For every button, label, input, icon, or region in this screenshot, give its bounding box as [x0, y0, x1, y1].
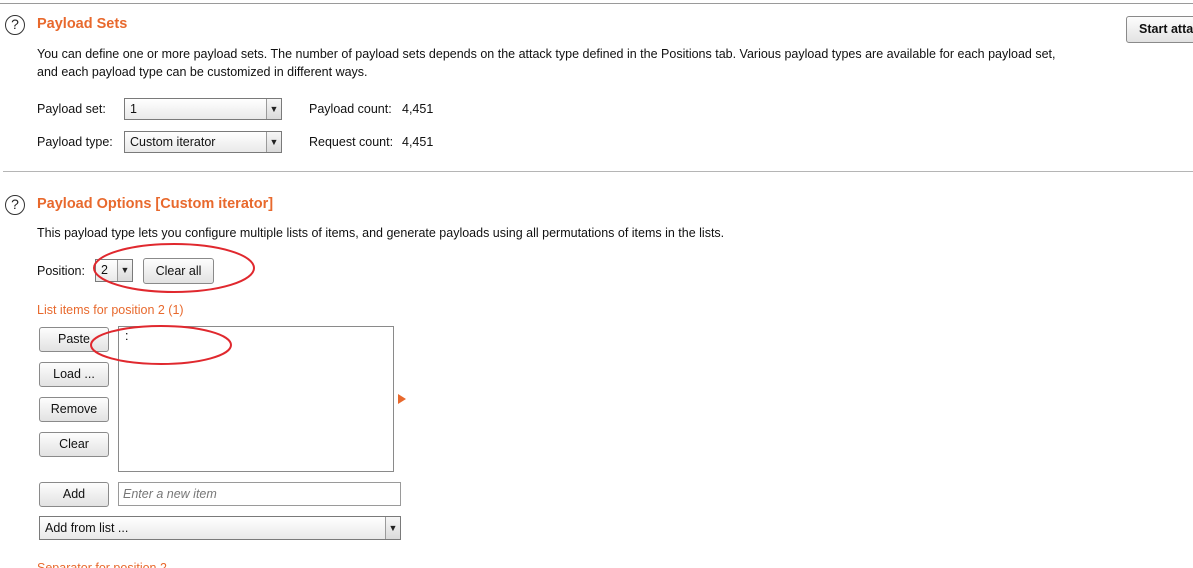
list-item[interactable]: : — [119, 327, 393, 345]
position-select[interactable]: 2 ▼ — [95, 259, 133, 282]
payload-options-description: This payload type lets you configure mul… — [37, 226, 725, 240]
position-value: 2 — [101, 263, 108, 277]
payload-type-label: Payload type: — [37, 135, 113, 149]
chevron-down-icon: ▼ — [385, 517, 400, 539]
payload-type-select[interactable]: Custom iterator ▼ — [124, 131, 282, 153]
payload-set-select[interactable]: 1 ▼ — [124, 98, 282, 120]
description-line-1: You can define one or more payload sets.… — [37, 47, 1056, 61]
expand-arrow-icon[interactable] — [398, 394, 406, 404]
separator-heading-cutoff: Separator for position 2 — [37, 561, 167, 568]
section-divider — [3, 171, 1193, 172]
list-items-box[interactable]: : — [118, 326, 394, 472]
add-from-list-select[interactable]: Add from list ... ▼ — [39, 516, 401, 540]
chevron-down-icon: ▼ — [117, 260, 132, 281]
help-question-icon[interactable]: ? — [5, 15, 25, 35]
list-items-heading: List items for position 2 (1) — [37, 303, 184, 317]
payload-type-value: Custom iterator — [130, 135, 216, 149]
clear-button[interactable]: Clear — [39, 432, 109, 457]
add-from-list-value: Add from list ... — [45, 521, 129, 535]
help-question-icon[interactable]: ? — [5, 195, 25, 215]
chevron-down-icon: ▼ — [266, 99, 281, 119]
chevron-down-icon: ▼ — [266, 132, 281, 152]
payload-options-title: Payload Options [Custom iterator] — [37, 196, 274, 212]
description-line-2: and each payload type can be customized … — [37, 65, 368, 79]
load-button[interactable]: Load ... — [39, 362, 109, 387]
payload-count-value: 4,451 — [402, 102, 434, 116]
payload-sets-title: Payload Sets — [37, 16, 128, 32]
position-label: Position: — [37, 264, 85, 278]
payload-sets-description: You can define one or more payload sets.… — [37, 45, 1117, 81]
payload-set-label: Payload set: — [37, 102, 106, 116]
remove-button[interactable]: Remove — [39, 397, 109, 422]
payload-set-value: 1 — [130, 102, 137, 116]
payload-count-label: Payload count: — [309, 102, 392, 116]
request-count-value: 4,451 — [402, 135, 434, 149]
request-count-label: Request count: — [309, 135, 394, 149]
add-button[interactable]: Add — [39, 482, 109, 507]
start-attack-button[interactable]: Start atta — [1126, 16, 1193, 43]
paste-button[interactable]: Paste — [39, 327, 109, 352]
top-border — [0, 3, 1193, 4]
new-item-input[interactable] — [118, 482, 401, 506]
clear-all-button[interactable]: Clear all — [143, 258, 214, 284]
